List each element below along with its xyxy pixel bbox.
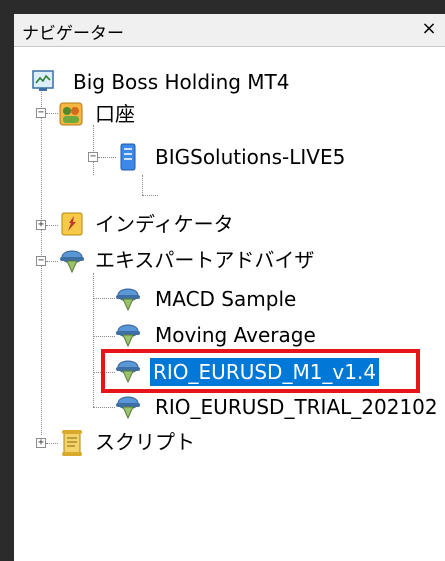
script-icon <box>62 430 82 456</box>
close-icon[interactable]: × <box>419 17 439 41</box>
tree-label-scripts: スクリプト <box>95 430 195 454</box>
tree-label-root: Big Boss Holding MT4 <box>73 70 290 94</box>
server-icon <box>120 143 136 171</box>
tree-item-ea[interactable]: RIO_EURUSD_TRIAL_202102 <box>114 391 445 425</box>
expert-advisor-icon <box>116 396 140 420</box>
expert-advisor-icon <box>60 250 84 274</box>
highlight-box <box>101 349 420 393</box>
tree-item-experts[interactable]: エキスパートアドバイザ <box>54 245 445 279</box>
expander-server[interactable]: − <box>88 152 98 162</box>
tree-label-ea: Moving Average <box>155 323 316 347</box>
expander-experts[interactable]: − <box>36 256 46 266</box>
tree-label-indicators: インディケータ <box>95 212 234 236</box>
tree-item-ea[interactable]: Moving Average <box>114 319 445 353</box>
tree-label-server: BIGSolutions-LIVE5 <box>155 145 346 169</box>
tree-item-indicators[interactable]: インディケータ <box>54 209 445 243</box>
navigator-panel: ナビゲーター × Big Boss Holding MT4 − 口座 − BIG… <box>14 14 445 561</box>
tree-item-server[interactable]: BIGSolutions-LIVE5 <box>110 141 445 175</box>
tree-item-accounts[interactable]: 口座 <box>54 99 445 133</box>
expert-advisor-icon <box>116 324 140 348</box>
tree-label-ea: MACD Sample <box>155 287 297 311</box>
tree-label-ea: RIO_EURUSD_TRIAL_202102 <box>155 395 438 419</box>
tree-label-accounts: 口座 <box>95 102 135 126</box>
tree-item-root[interactable]: Big Boss Holding MT4 <box>14 66 445 100</box>
expander-indicators[interactable]: + <box>36 220 46 230</box>
panel-titlebar: ナビゲーター × <box>14 14 445 47</box>
terminal-icon <box>32 70 54 91</box>
tree-label-experts: エキスパートアドバイザ <box>95 248 315 272</box>
expander-scripts[interactable]: + <box>36 438 46 448</box>
panel-title: ナビゲーター <box>22 24 124 44</box>
accounts-icon <box>59 102 83 126</box>
indicator-icon <box>61 212 83 236</box>
navigator-tree: Big Boss Holding MT4 − 口座 − BIGSolutions… <box>14 47 445 561</box>
tree-item-scripts[interactable]: スクリプト <box>54 427 445 461</box>
expander-accounts[interactable]: − <box>36 108 46 118</box>
tree-item-ea[interactable]: MACD Sample <box>114 283 445 317</box>
expert-advisor-icon <box>116 288 140 312</box>
